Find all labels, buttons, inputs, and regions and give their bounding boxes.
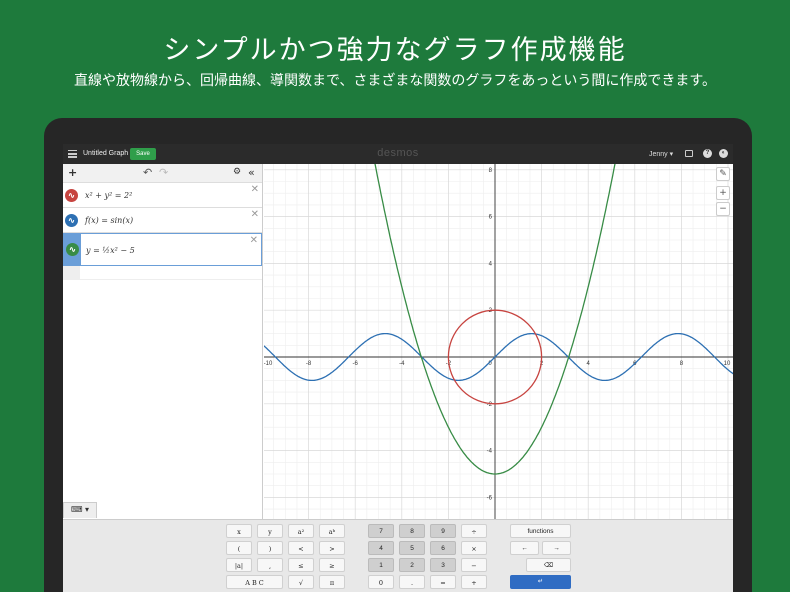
number-key[interactable]: 5 — [399, 541, 425, 555]
func-key[interactable]: aᵇ — [319, 524, 345, 538]
number-key[interactable]: 6 — [430, 541, 456, 555]
number-key[interactable]: × — [461, 541, 487, 555]
func-key[interactable]: |a| — [226, 558, 252, 572]
zoom-in-button[interactable]: + — [716, 186, 730, 200]
number-key[interactable]: 8 — [399, 524, 425, 538]
cursor-left-button[interactable]: ← — [510, 541, 539, 555]
x-tick-label: -4 — [399, 361, 405, 367]
language-icon[interactable]: ◐ — [719, 149, 728, 158]
func-key[interactable]: > — [319, 541, 345, 555]
number-key[interactable]: 1 — [368, 558, 394, 572]
graph-paper[interactable]: -10-8-6-4-202468108642-2-4-6-8 ✎ + − — [250, 144, 733, 548]
cursor-right-button[interactable]: → — [542, 541, 571, 555]
y-tick-label: -6 — [487, 495, 493, 501]
expression-formula[interactable]: x² + y² = 2² — [85, 191, 132, 200]
func-key[interactable]: A B C — [226, 575, 283, 589]
number-key[interactable]: 9 — [430, 524, 456, 538]
number-key[interactable]: ÷ — [461, 524, 487, 538]
enter-button[interactable]: ↵ — [510, 575, 571, 589]
number-key[interactable]: 3 — [430, 558, 456, 572]
number-key[interactable]: = — [430, 575, 456, 589]
backspace-button[interactable]: ⌫ — [526, 558, 571, 572]
func-key[interactable]: a² — [288, 524, 314, 538]
desmos-app: Untitled Graph Save desmos Jenny ▾ ? ◐ +… — [63, 144, 733, 592]
number-key[interactable]: 4 — [368, 541, 394, 555]
func-key[interactable]: π — [319, 575, 345, 589]
func-key[interactable]: < — [288, 541, 314, 555]
graph-canvas[interactable]: -10-8-6-4-202468108642-2-4-6-8 — [250, 144, 733, 548]
banner-headline: シンプルかつ強力なグラフ作成機能 — [163, 35, 627, 66]
expression-formula[interactable]: y = ½x² − 5 — [86, 246, 135, 255]
collapse-panel-icon[interactable]: « — [248, 166, 255, 179]
graph-settings-wrench-icon[interactable]: ✎ — [716, 167, 730, 181]
func-key[interactable]: √ — [288, 575, 314, 589]
y-tick-label: 4 — [489, 261, 493, 267]
banner-subline: 直線や放物線から、回帰曲線、導関数まで、さまざまな関数のグラフをあっという間に作… — [73, 73, 717, 89]
zoom-out-button[interactable]: − — [716, 202, 730, 216]
new-expression-row[interactable] — [63, 266, 262, 280]
user-menu[interactable]: Jenny ▾ — [649, 150, 673, 158]
functions-button[interactable]: functions — [510, 524, 571, 538]
func-key[interactable]: ≤ — [288, 558, 314, 572]
math-keypad: x y a² aᵇ () < > |a|, ≤ ≥ A B C √ π 7 8 9 ÷ 4 5 6 × 1 2 3− 0. = +… — [63, 519, 733, 592]
x-tick-label: 8 — [680, 361, 684, 367]
number-key[interactable]: 0 — [368, 575, 394, 589]
expression-list: + ↶ ↷ ⚙ « ∿ x² + y² = 2² ✕ ∿ f(x) = sin(… — [63, 164, 263, 519]
expression-toolbar: + ↶ ↷ ⚙ « — [63, 164, 262, 183]
y-tick-label: 8 — [489, 168, 493, 174]
delete-expression-icon[interactable]: ✕ — [251, 209, 259, 220]
x-tick-label: 4 — [587, 361, 591, 367]
app-logo: desmos — [377, 147, 419, 159]
undo-icon[interactable]: ↶ — [143, 166, 152, 179]
expression-row-circle[interactable]: ∿ x² + y² = 2² ✕ — [63, 183, 262, 208]
keyboard-toggle-icon[interactable]: ⌨ ▾ — [63, 502, 97, 518]
parabola-graph-icon[interactable]: ∿ — [66, 243, 79, 256]
func-key[interactable]: , — [257, 558, 283, 572]
top-bar: Untitled Graph Save desmos Jenny ▾ ? ◐ — [63, 144, 733, 164]
func-key[interactable]: ≥ — [319, 558, 345, 572]
func-key[interactable]: y — [257, 524, 283, 538]
y-tick-label: 6 — [489, 215, 493, 221]
delete-expression-icon[interactable]: ✕ — [251, 184, 259, 195]
y-tick-label: -4 — [487, 449, 493, 455]
func-key[interactable]: x — [226, 524, 252, 538]
expression-formula[interactable]: f(x) = sin(x) — [85, 216, 133, 225]
number-key[interactable]: 7 — [368, 524, 394, 538]
circle-graph-icon[interactable]: ∿ — [65, 189, 78, 202]
expression-row-sine[interactable]: ∿ f(x) = sin(x) ✕ — [63, 208, 262, 233]
settings-gear-icon[interactable]: ⚙ — [233, 167, 241, 177]
redo-icon[interactable]: ↷ — [159, 166, 168, 179]
number-key[interactable]: . — [399, 575, 425, 589]
expression-row-parabola[interactable]: ∿ y = ½x² − 5 ✕ — [63, 233, 262, 266]
x-tick-label: -10 — [264, 361, 273, 367]
number-key[interactable]: − — [461, 558, 487, 572]
number-key[interactable]: + — [461, 575, 487, 589]
x-tick-label: -8 — [306, 361, 312, 367]
help-icon[interactable]: ? — [703, 149, 712, 158]
func-key[interactable]: ) — [257, 541, 283, 555]
sine-graph-icon[interactable]: ∿ — [65, 214, 78, 227]
func-key[interactable]: ( — [226, 541, 252, 555]
add-expression-icon[interactable]: + — [68, 166, 77, 179]
delete-expression-icon[interactable]: ✕ — [250, 235, 258, 246]
y-tick-label: 2 — [489, 308, 493, 314]
share-icon[interactable] — [685, 150, 693, 157]
number-key[interactable]: 2 — [399, 558, 425, 572]
x-tick-label: -6 — [353, 361, 359, 367]
